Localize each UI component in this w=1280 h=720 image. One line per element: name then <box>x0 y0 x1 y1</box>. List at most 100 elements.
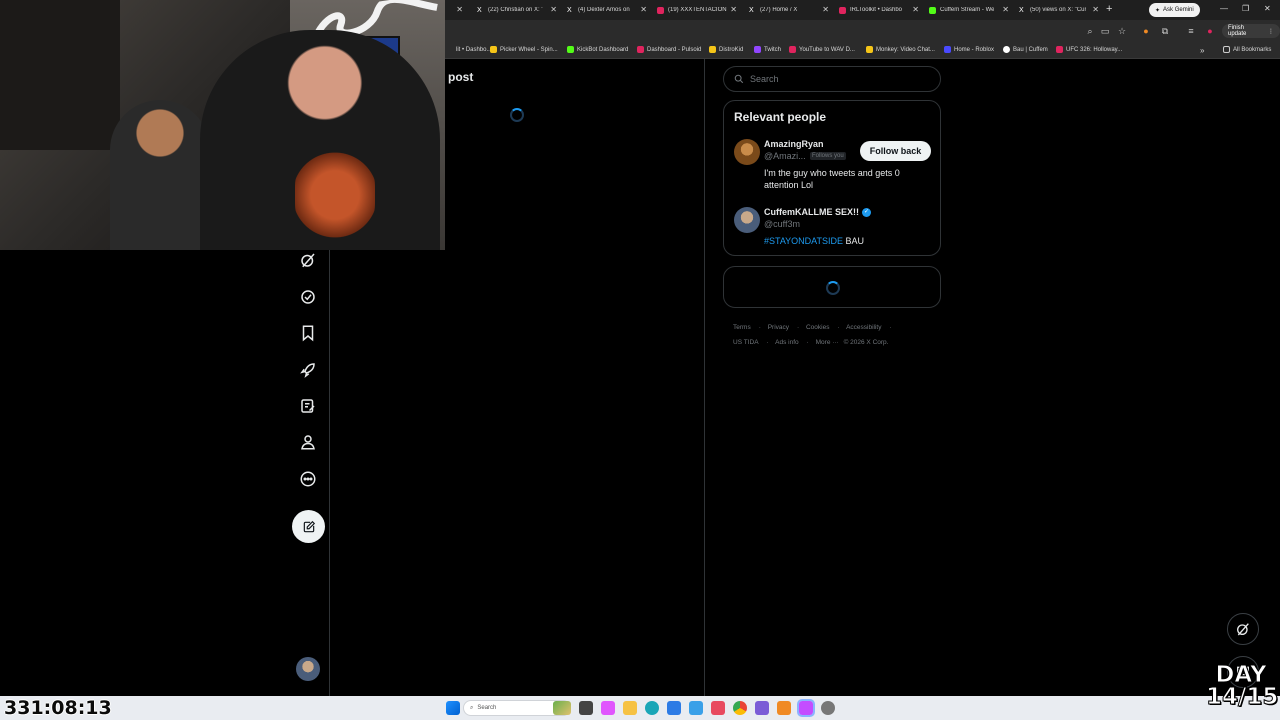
profile-icon[interactable]: ● <box>1205 26 1215 36</box>
task-view-icon[interactable] <box>579 701 593 715</box>
taskbar-app-icon[interactable] <box>601 701 615 715</box>
cookies-link[interactable]: Cookies <box>806 324 829 331</box>
verified-badge-icon: ✓ <box>862 207 871 217</box>
articles-icon[interactable] <box>297 395 319 417</box>
loading-spinner <box>510 108 524 122</box>
bookmark-icon <box>709 46 716 53</box>
follow-back-button[interactable]: Follow back <box>860 141 931 161</box>
browser-tab[interactable]: X (27) Home / X ✕ <box>749 2 829 18</box>
avatar[interactable] <box>734 207 760 233</box>
rocket-icon[interactable] <box>297 359 319 381</box>
windows-start-icon[interactable] <box>446 701 460 715</box>
bookmark-icon <box>637 46 644 53</box>
close-tab-icon[interactable]: ✕ <box>822 5 829 14</box>
minimize-icon[interactable]: — <box>1220 4 1228 13</box>
verified-icon[interactable] <box>297 286 319 308</box>
compose-post-button[interactable] <box>292 510 325 543</box>
all-bookmarks[interactable]: All Bookmarks <box>1223 46 1271 53</box>
zoom-icon[interactable]: ⌕ <box>1085 26 1095 36</box>
settings-icon[interactable] <box>821 701 835 715</box>
media-icon[interactable]: ≡ <box>1186 26 1196 36</box>
star-icon[interactable]: ☆ <box>1117 26 1127 36</box>
bookmark-item[interactable]: Bau | Cuffem <box>1003 46 1048 53</box>
browser-tab[interactable]: X (4) Dexter Amos on ✕ <box>567 2 647 18</box>
close-tab-icon[interactable]: ✕ <box>550 5 557 14</box>
search-field[interactable] <box>723 66 941 92</box>
bookmark-icon <box>446 46 453 53</box>
new-tab-icon[interactable]: + <box>1106 3 1112 15</box>
file-explorer-icon[interactable] <box>623 701 637 715</box>
grok-floating-button[interactable] <box>1227 613 1259 645</box>
close-window-icon[interactable]: ✕ <box>1264 4 1271 13</box>
day-count: 14/15 <box>1206 684 1279 710</box>
chrome-icon[interactable] <box>733 701 747 715</box>
person-item[interactable]: CuffemKALLME SEX!! ✓ @cuff3m #STAYONDATS… <box>734 207 934 253</box>
ads-info-link[interactable]: Ads info <box>775 339 799 346</box>
terms-link[interactable]: Terms <box>733 324 751 331</box>
search-input[interactable] <box>750 74 920 84</box>
ask-gemini-button[interactable]: ✦ Ask Gemini <box>1149 3 1200 17</box>
day-label: DAY <box>1215 662 1267 688</box>
taskbar-app-icon[interactable] <box>553 701 571 715</box>
taskbar-app-icon[interactable] <box>777 701 791 715</box>
profile-icon[interactable] <box>297 431 319 453</box>
tab-label: (27) Home / X <box>760 7 798 13</box>
browser-tab[interactable]: X (50) views on X: "Cur ✕ <box>1019 2 1099 18</box>
grok-icon[interactable] <box>297 249 319 271</box>
loading-spinner <box>826 281 840 295</box>
store-icon[interactable] <box>667 701 681 715</box>
bookmark-item[interactable]: Dashboard - Pulsoid <box>637 46 701 53</box>
kebab-menu-icon: ⋮ <box>1268 28 1274 35</box>
finish-update-button[interactable]: Finish update ⋮ <box>1222 24 1280 38</box>
bookmark-icon <box>567 46 574 53</box>
bookmark-item[interactable]: Home - Roblox <box>944 46 994 53</box>
bookmark-item[interactable]: lit • Dashbo... <box>446 46 491 53</box>
bookmark-item[interactable]: Picker Wheel - Spin... <box>490 46 558 53</box>
bookmark-item[interactable]: YouTube to WAV D... <box>789 46 855 53</box>
taskbar-app-icon[interactable] <box>711 701 725 715</box>
person-name[interactable]: CuffemKALLME SEX!! ✓ <box>764 207 871 217</box>
accessibility-link[interactable]: Accessibility <box>846 324 881 331</box>
close-tab-icon[interactable]: ✕ <box>730 5 737 14</box>
taskbar-app-icon[interactable] <box>755 701 769 715</box>
avatar[interactable] <box>734 139 760 165</box>
browser-tab[interactable]: Cuffem Stream - We ✕ <box>929 2 1009 18</box>
restore-icon[interactable]: ❐ <box>1242 4 1249 13</box>
feather-icon <box>303 520 315 532</box>
browser-tab[interactable]: X (22) Christian on X: ' ✕ <box>477 2 557 18</box>
bookmark-item[interactable]: DistroKid <box>709 46 743 53</box>
more-link[interactable]: More ··· <box>816 339 839 346</box>
chevron-right-icon[interactable]: » <box>1200 46 1204 55</box>
bookmark-item[interactable]: Monkey: Video Chat... <box>866 46 935 53</box>
close-tab-icon[interactable]: ✕ <box>1092 5 1099 14</box>
hashtag-link[interactable]: #STAYONDATSIDE <box>764 236 843 246</box>
edge-icon[interactable] <box>645 701 659 715</box>
more-icon[interactable] <box>297 468 319 490</box>
search-icon <box>734 74 744 84</box>
extension-icon[interactable]: ● <box>1141 26 1151 36</box>
windows-taskbar <box>0 696 1280 720</box>
taskbar-app-icon[interactable] <box>797 699 815 717</box>
close-tab-icon[interactable]: ✕ <box>456 5 463 14</box>
cast-icon[interactable]: ▭ <box>1100 26 1110 36</box>
close-tab-icon[interactable]: ✕ <box>640 5 647 14</box>
account-avatar[interactable] <box>296 657 320 681</box>
close-tab-icon[interactable]: ✕ <box>1002 5 1009 14</box>
browser-tab[interactable]: ✕ <box>447 2 467 18</box>
bookmark-item[interactable]: KickBot Dashboard <box>567 46 628 53</box>
bookmark-item[interactable]: Twitch <box>754 46 781 53</box>
close-tab-icon[interactable]: ✕ <box>912 5 919 14</box>
us-tida-link[interactable]: US TIDA <box>733 339 759 346</box>
browser-tab[interactable]: (19) XXXTENTACION ✕ <box>657 2 737 18</box>
x-logo-icon: X <box>1019 6 1024 14</box>
browser-tab[interactable]: IRLToolkit • Dashbo ✕ <box>839 2 919 18</box>
taskbar-app-icon[interactable] <box>689 701 703 715</box>
sparkle-icon: ✦ <box>1155 7 1161 14</box>
stream-timer: 331:08:13 <box>4 697 112 719</box>
bookmark-item[interactable]: UFC 326: Holloway... <box>1056 46 1122 53</box>
privacy-link[interactable]: Privacy <box>768 324 789 331</box>
bookmark-icon <box>490 46 497 53</box>
person-name[interactable]: AmazingRyan <box>764 139 824 149</box>
puzzle-icon[interactable]: ⧉ <box>1160 26 1170 36</box>
bookmark-icon[interactable] <box>297 322 319 344</box>
